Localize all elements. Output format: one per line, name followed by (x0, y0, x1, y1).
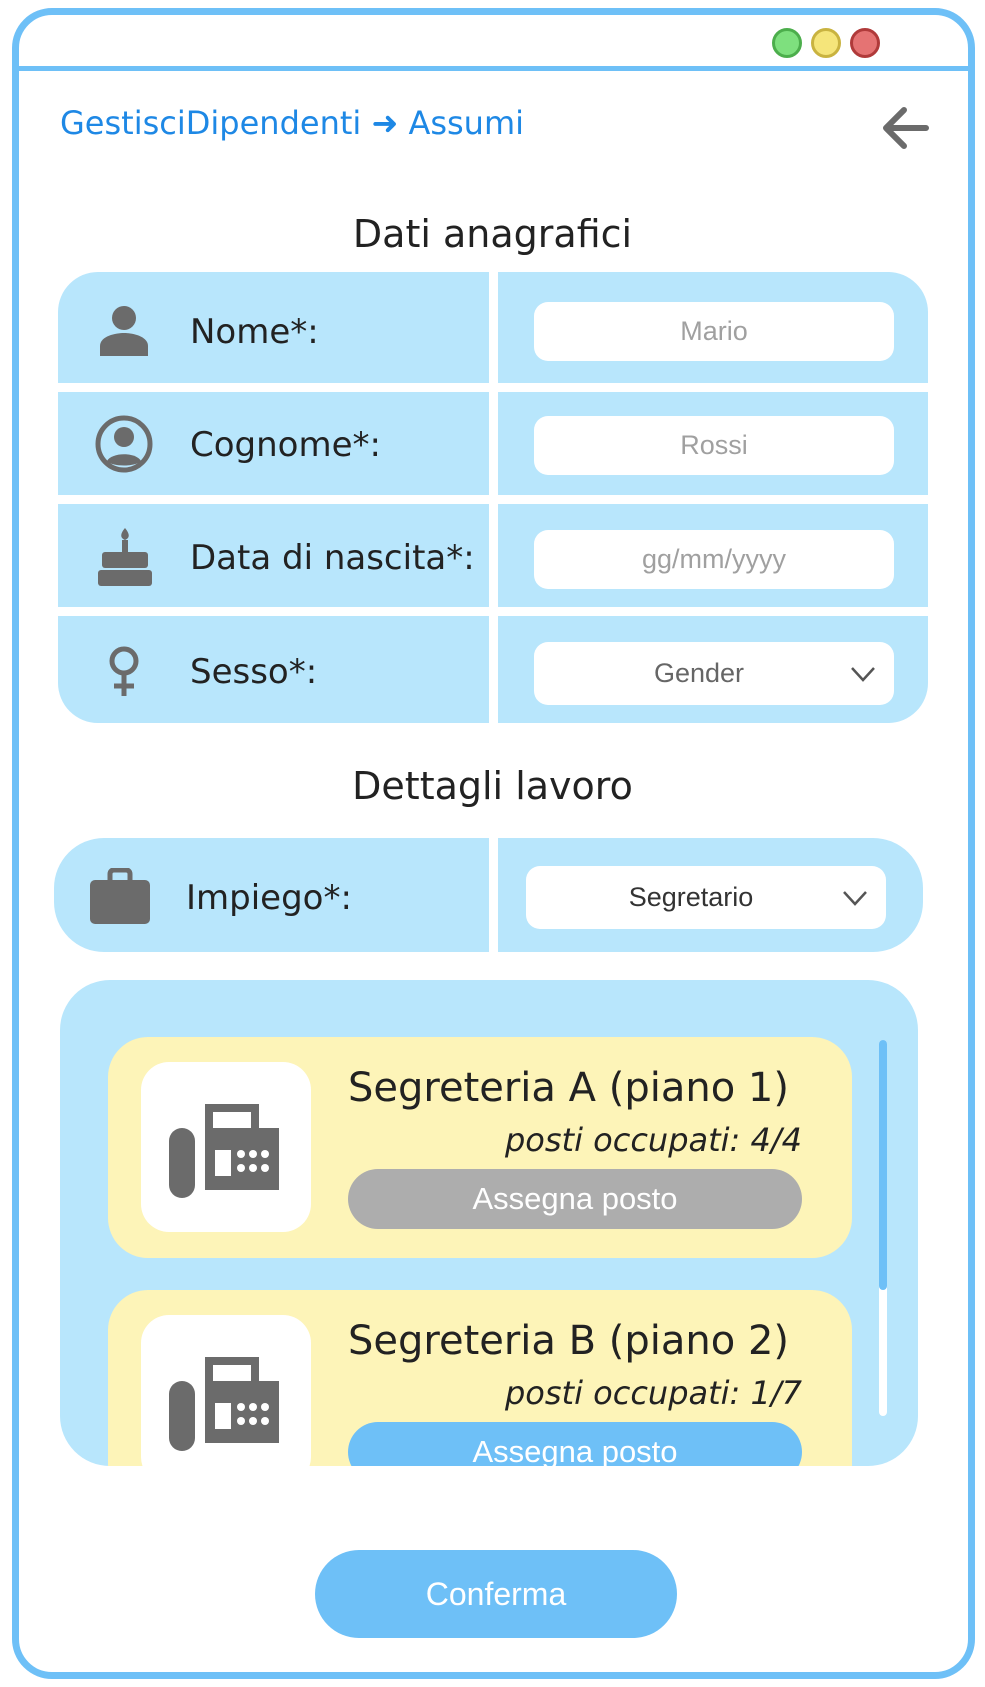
person-icon (100, 306, 148, 356)
impiego-label: Impiego*: (186, 878, 352, 918)
female-icon (109, 646, 139, 696)
fax-icon (169, 1104, 279, 1198)
breadcrumb-parent-link[interactable]: GestisciDipendenti (60, 104, 361, 142)
office-occupancy: posti occupati: 4/4 (504, 1121, 802, 1159)
section-title-job: Dettagli lavoro (352, 764, 633, 808)
arrow-left-icon (883, 107, 929, 149)
cognome-input[interactable] (534, 416, 894, 475)
fax-icon (169, 1357, 279, 1451)
office-occupancy: posti occupati: 1/7 (504, 1374, 802, 1412)
briefcase-icon (90, 868, 150, 924)
assign-seat-button[interactable]: Assegna posto (348, 1422, 802, 1466)
scrollbar-thumb[interactable] (879, 1040, 887, 1290)
gender-select-value: Gender (653, 658, 745, 688)
assign-seat-button[interactable]: Assegna posto (348, 1169, 802, 1229)
chevron-down-icon (843, 890, 867, 906)
office-card: Segreteria A (piano 1) posti occupati: 4… (108, 1037, 852, 1258)
cake-icon (98, 528, 152, 586)
office-list-panel[interactable]: Segreteria A (piano 1) posti occupati: 4… (60, 980, 918, 1466)
breadcrumb-current: Assumi (408, 104, 525, 142)
job-select[interactable]: Segretario (526, 866, 886, 929)
account-circle-icon (95, 415, 153, 473)
chevron-down-icon (851, 666, 875, 682)
sesso-label: Sesso*: (190, 652, 318, 692)
office-icon-box (141, 1315, 311, 1466)
cognome-label: Cognome*: (190, 425, 381, 465)
gender-select[interactable]: Gender (534, 642, 894, 705)
birthdate-input[interactable] (534, 530, 894, 589)
confirm-button[interactable]: Conferma (315, 1550, 677, 1638)
breadcrumb: GestisciDipendenti ➜ Assumi (60, 104, 524, 142)
nascita-label: Data di nascita*: (190, 538, 475, 578)
back-button[interactable] (878, 100, 934, 156)
close-button[interactable] (850, 28, 880, 58)
job-select-value: Segretario (628, 882, 754, 912)
breadcrumb-separator: ➜ (371, 104, 399, 142)
office-name: Segreteria A (piano 1) (348, 1065, 789, 1111)
nome-input[interactable] (534, 302, 894, 361)
titlebar-divider (19, 66, 968, 71)
maximize-button[interactable] (772, 28, 802, 58)
section-title-personal: Dati anagrafici (352, 212, 633, 256)
office-card: Segreteria B (piano 2) posti occupati: 1… (108, 1290, 852, 1466)
office-name: Segreteria B (piano 2) (348, 1318, 790, 1364)
office-icon-box (141, 1062, 311, 1232)
minimize-button[interactable] (811, 28, 841, 58)
nome-label: Nome*: (190, 312, 319, 352)
